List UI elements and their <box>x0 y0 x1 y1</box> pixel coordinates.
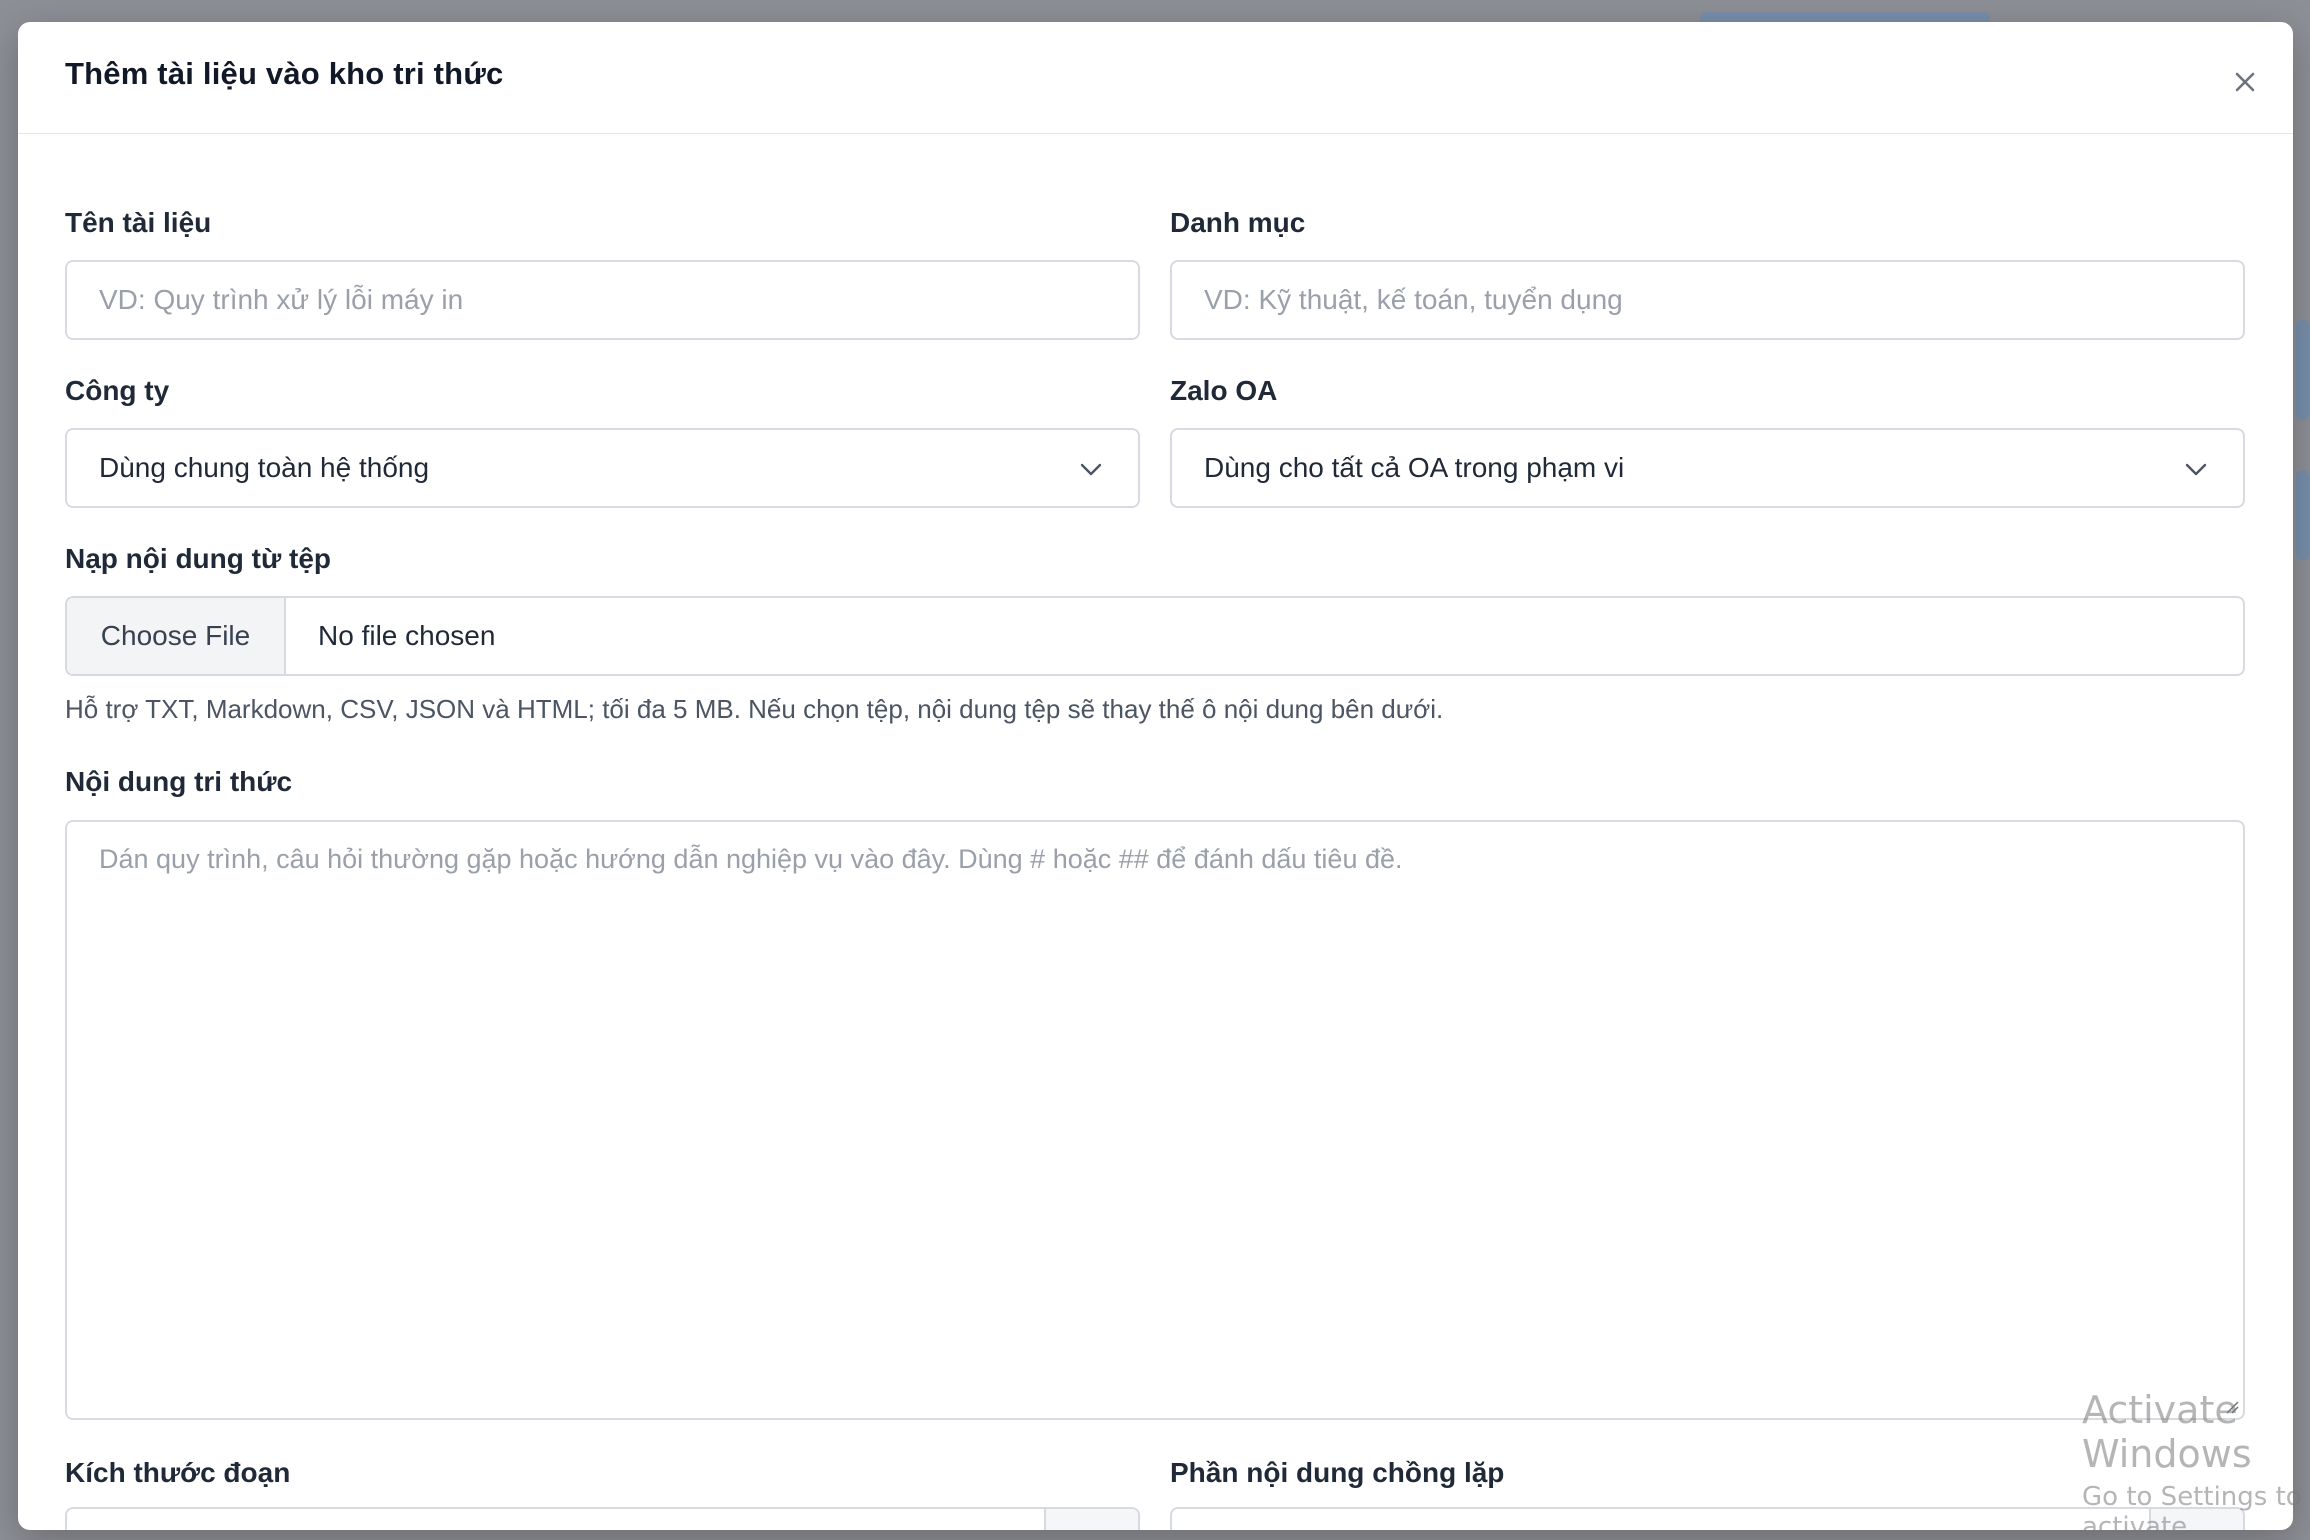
category-label: Danh mục <box>1170 207 1306 238</box>
file-upload-input: Choose File No file chosen <box>65 596 2245 676</box>
close-icon <box>2235 72 2255 92</box>
chunk-size-input[interactable] <box>67 1509 1138 1530</box>
document-name-label: Tên tài liệu <box>65 207 212 238</box>
background-blur-bar <box>2296 320 2310 420</box>
chevron-down-icon <box>2185 463 2207 476</box>
file-status-text: No file chosen <box>318 620 496 651</box>
modal-header: Thêm tài liệu vào kho tri thức <box>18 22 2293 134</box>
company-select[interactable]: Dùng chung toàn hệ thống <box>65 428 1140 508</box>
activate-windows-watermark: Activate Windows Go to Settings to activ… <box>2082 1388 2310 1540</box>
background-blur-bar <box>2296 470 2310 560</box>
document-name-field <box>65 260 1140 340</box>
overlap-label: Phần nội dung chồng lặp <box>1170 1457 1505 1488</box>
file-upload-label: Nạp nội dung từ tệp <box>65 543 332 574</box>
category-field <box>1170 260 2245 340</box>
file-upload-help-text: Hỗ trợ TXT, Markdown, CSV, JSON và HTML;… <box>65 694 1444 724</box>
content-textarea[interactable] <box>67 822 2243 1418</box>
chunk-size-unit: từ <box>1044 1509 1138 1530</box>
zalo-oa-select-value: Dùng cho tất cả OA trong phạm vi <box>1204 452 1625 483</box>
category-input[interactable] <box>1172 262 2243 338</box>
zalo-oa-label: Zalo OA <box>1170 375 1278 406</box>
chunk-size-field: từ <box>65 1507 1140 1530</box>
close-button[interactable] <box>2225 62 2265 102</box>
zalo-oa-select[interactable]: Dùng cho tất cả OA trong phạm vi <box>1170 428 2245 508</box>
modal-title: Thêm tài liệu vào kho tri thức <box>65 56 504 91</box>
content-field <box>65 820 2245 1420</box>
watermark-subtitle: Go to Settings to activate Windows. <box>2082 1482 2302 1540</box>
company-label: Công ty <box>65 375 170 406</box>
company-select-value: Dùng chung toàn hệ thống <box>99 452 430 483</box>
watermark-title: Activate Windows <box>2082 1388 2252 1476</box>
choose-file-button[interactable]: Choose File <box>67 598 286 674</box>
add-document-modal: Thêm tài liệu vào kho tri thức Tên tài l… <box>18 22 2293 1530</box>
document-name-input[interactable] <box>67 262 1138 338</box>
chunk-size-label: Kích thước đoạn <box>65 1457 291 1488</box>
content-label: Nội dung tri thức <box>65 766 293 797</box>
chevron-down-icon <box>1080 463 1102 476</box>
